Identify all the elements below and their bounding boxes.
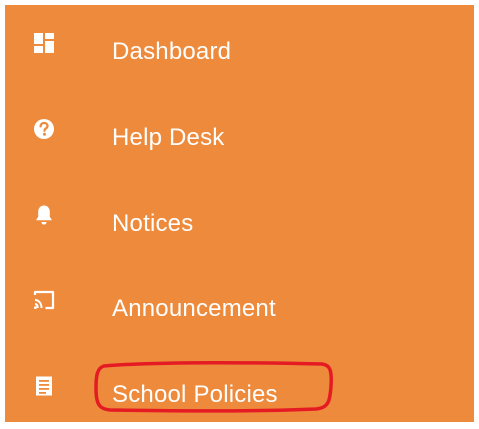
cast-icon — [33, 290, 55, 310]
bell-icon — [36, 205, 52, 225]
sidebar-menu: Dashboard Help Desk Notices Announcement — [5, 5, 474, 422]
dashboard-icon — [34, 33, 54, 53]
sidebar-item-label: Help Desk — [112, 124, 225, 151]
sidebar-item-label: Notices — [112, 210, 194, 237]
document-icon — [36, 376, 52, 396]
sidebar-item-notices[interactable]: Notices — [5, 182, 474, 258]
sidebar-item-announcement[interactable]: Announcement — [5, 267, 474, 343]
sidebar-item-help-desk[interactable]: Help Desk — [5, 96, 474, 172]
sidebar-item-label: Announcement — [112, 295, 276, 322]
sidebar-item-school-policies[interactable]: School Policies — [5, 353, 474, 429]
sidebar-item-dashboard[interactable]: Dashboard — [5, 10, 474, 86]
sidebar-item-label: School Policies — [112, 381, 278, 408]
sidebar-item-label: Dashboard — [112, 38, 232, 65]
question-circle-icon — [34, 119, 54, 139]
